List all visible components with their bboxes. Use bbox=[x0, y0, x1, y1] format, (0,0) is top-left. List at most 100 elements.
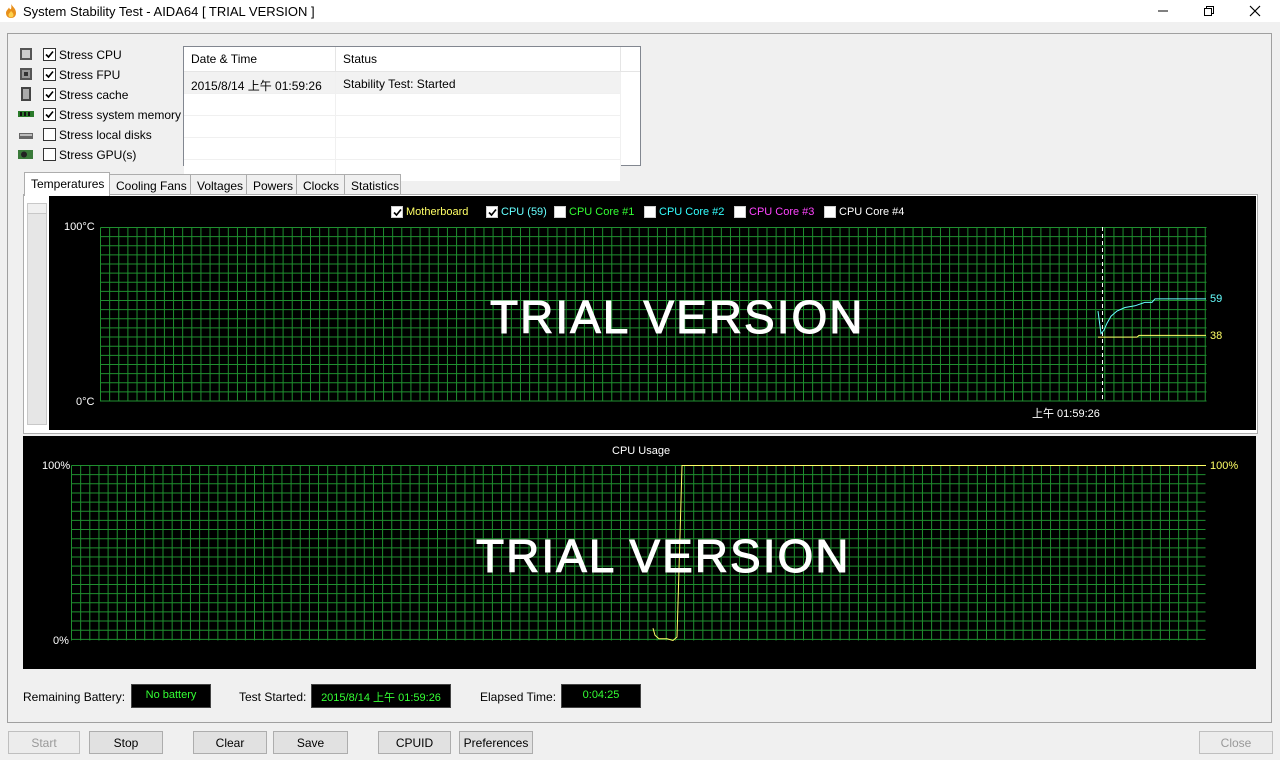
stress-option[interactable]: Stress CPU bbox=[18, 46, 188, 64]
disk-icon bbox=[19, 133, 33, 139]
tab-temperatures[interactable]: Temperatures bbox=[24, 172, 110, 196]
log-cell-status[interactable] bbox=[336, 116, 621, 138]
legend-checkbox[interactable] bbox=[824, 206, 836, 218]
cpuid-button[interactable]: CPUID bbox=[378, 731, 451, 754]
button-label: Preferences bbox=[463, 736, 529, 750]
button-label: Clear bbox=[215, 736, 245, 750]
close-button[interactable]: Close bbox=[1199, 731, 1273, 754]
legend-checkbox[interactable] bbox=[644, 206, 656, 218]
tab-label: Powers bbox=[253, 179, 294, 193]
minimize-button[interactable] bbox=[1140, 0, 1186, 22]
restore-icon bbox=[1204, 6, 1214, 16]
stress-option[interactable]: Stress local disks bbox=[18, 126, 188, 144]
usage-y-min-label: 0% bbox=[53, 635, 69, 647]
log-cell-datetime[interactable] bbox=[184, 116, 336, 138]
legend-label: CPU Core #4 bbox=[839, 206, 905, 218]
column-header-status[interactable]: Status bbox=[336, 47, 621, 72]
close-window-button[interactable] bbox=[1232, 0, 1278, 22]
log-table: Date & Time Status 2015/8/14 上午 01:59:26… bbox=[183, 46, 641, 182]
tab-label: Temperatures bbox=[31, 177, 105, 191]
legend-checkbox[interactable] bbox=[734, 206, 746, 218]
stress-option[interactable]: Stress FPU bbox=[18, 66, 188, 84]
log-cell-datetime[interactable] bbox=[184, 138, 336, 160]
close-icon bbox=[1249, 5, 1261, 17]
history-scrollbar[interactable] bbox=[27, 203, 47, 425]
test-started-value: 2015/8/14 上午 01:59:26 bbox=[321, 692, 441, 704]
column-header-datetime[interactable]: Date & Time bbox=[184, 47, 336, 72]
log-datetime: 2015/8/14 上午 01:59:26 bbox=[191, 79, 322, 93]
memory-icon bbox=[18, 111, 34, 117]
stress-option[interactable]: Stress system memory bbox=[18, 106, 188, 124]
legend-checkbox[interactable] bbox=[391, 206, 403, 218]
column-header-spacer bbox=[621, 47, 640, 72]
tab-label: Clocks bbox=[303, 179, 340, 193]
check-icon bbox=[45, 110, 54, 119]
test-started-box: 2015/8/14 上午 01:59:26 bbox=[311, 684, 451, 708]
tab-label: Statistics bbox=[351, 179, 400, 193]
clear-button[interactable]: Clear bbox=[193, 731, 267, 754]
usage-y-max-label: 100% bbox=[42, 460, 71, 472]
restore-button[interactable] bbox=[1186, 0, 1232, 22]
gpu-icon bbox=[18, 150, 33, 159]
cpu-icon bbox=[20, 48, 32, 60]
tab-statistics[interactable]: Statistics bbox=[344, 174, 401, 195]
check-icon bbox=[393, 208, 402, 217]
button-label: Save bbox=[296, 736, 325, 750]
button-label: Stop bbox=[113, 736, 139, 750]
stress-checkbox[interactable] bbox=[43, 128, 56, 141]
stress-option-label: Stress CPU bbox=[59, 48, 122, 62]
tab-cooling-fans[interactable]: Cooling Fans bbox=[109, 174, 191, 195]
log-cell-datetime[interactable] bbox=[184, 94, 336, 116]
battery-value: No battery bbox=[145, 689, 197, 701]
log-cell-status[interactable] bbox=[336, 94, 621, 116]
legend-checkbox[interactable] bbox=[554, 206, 566, 218]
stress-checkbox[interactable] bbox=[43, 68, 56, 81]
check-icon bbox=[488, 208, 497, 217]
tab-powers[interactable]: Powers bbox=[246, 174, 297, 195]
button-label: CPUID bbox=[395, 736, 434, 750]
stress-option-label: Stress local disks bbox=[59, 128, 152, 142]
elapsed-time-value: 0:04:25 bbox=[582, 689, 620, 701]
stress-checkbox[interactable] bbox=[43, 88, 56, 101]
check-icon bbox=[45, 70, 54, 79]
log-cell-status[interactable]: Stability Test: Started bbox=[336, 72, 621, 94]
temp-y-min-label: 0°C bbox=[76, 396, 95, 408]
log-cell-status[interactable] bbox=[336, 138, 621, 160]
legend-label: CPU (59) bbox=[501, 206, 547, 218]
temp-y-max-label: 100°C bbox=[64, 221, 95, 233]
tab-label: Cooling Fans bbox=[116, 179, 187, 193]
button-label: Close bbox=[1220, 736, 1252, 750]
window-title: System Stability Test - AIDA64 [ TRIAL V… bbox=[23, 4, 315, 19]
scrollbar-thumb[interactable] bbox=[28, 204, 46, 214]
title-bar: System Stability Test - AIDA64 [ TRIAL V… bbox=[0, 0, 1280, 22]
legend-label: CPU Core #2 bbox=[659, 206, 725, 218]
temp-time-label: 上午 01:59:26 bbox=[1032, 408, 1100, 420]
minimize-icon bbox=[1158, 10, 1168, 12]
log-cell-datetime[interactable]: 2015/8/14 上午 01:59:26 bbox=[184, 72, 336, 94]
stress-checkbox[interactable] bbox=[43, 48, 56, 61]
trial-watermark: TRIAL VERSION bbox=[489, 291, 865, 344]
usage-graph-title: CPU Usage bbox=[612, 445, 671, 457]
tab-label: Voltages bbox=[197, 179, 244, 193]
tab-voltages[interactable]: Voltages bbox=[190, 174, 247, 195]
stop-button[interactable]: Stop bbox=[89, 731, 163, 754]
usage-current-value: 100% bbox=[1210, 460, 1239, 472]
stress-checkbox[interactable] bbox=[43, 148, 56, 161]
legend-checkbox[interactable] bbox=[486, 206, 498, 218]
stress-option[interactable]: Stress GPU(s) bbox=[18, 146, 188, 164]
legend-label: Motherboard bbox=[406, 206, 469, 218]
motherboard-current-value: 38 bbox=[1210, 330, 1223, 342]
cache-icon bbox=[21, 87, 31, 101]
save-button[interactable]: Save bbox=[273, 731, 348, 754]
legend-label: CPU Core #1 bbox=[569, 206, 635, 218]
test-started-label: Test Started: bbox=[239, 690, 307, 704]
preferences-button[interactable]: Preferences bbox=[459, 731, 533, 754]
tab-clocks[interactable]: Clocks bbox=[296, 174, 345, 195]
stress-option-label: Stress cache bbox=[59, 88, 129, 102]
stress-checkbox[interactable] bbox=[43, 108, 56, 121]
log-status: Stability Test: Started bbox=[343, 77, 456, 91]
check-icon bbox=[45, 90, 54, 99]
battery-value-box: No battery bbox=[131, 684, 211, 708]
stress-option[interactable]: Stress cache bbox=[18, 86, 188, 104]
start-button[interactable]: Start bbox=[8, 731, 80, 754]
